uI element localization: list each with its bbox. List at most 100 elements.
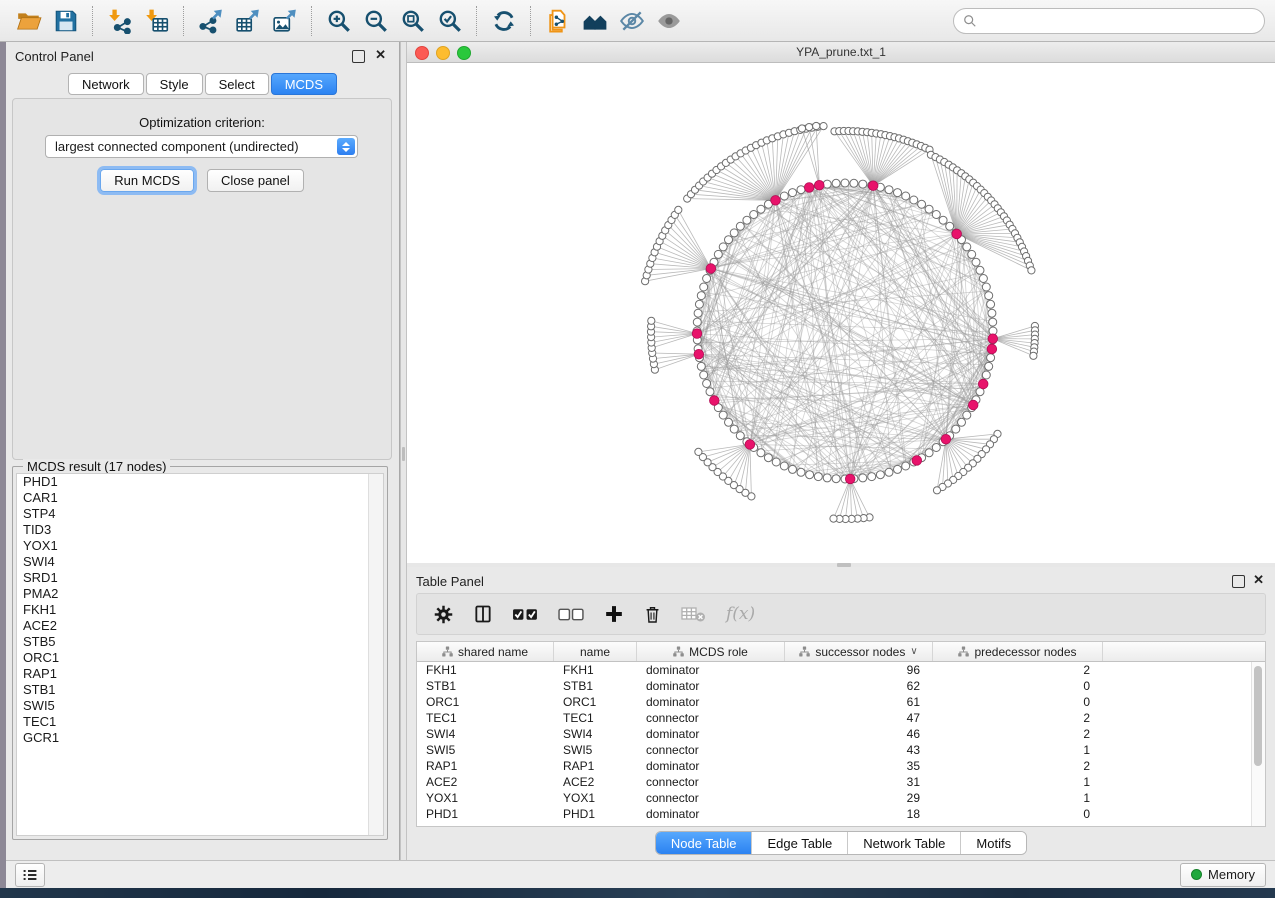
cell-MCDS-role: dominator xyxy=(637,759,785,773)
table-row[interactable]: ORC1ORC1dominator610 xyxy=(417,694,1265,710)
table-row[interactable]: SWI5SWI5connector431 xyxy=(417,742,1265,758)
tab-node-table[interactable]: Node Table xyxy=(656,832,752,854)
eye-icon xyxy=(656,8,682,34)
tab-style[interactable]: Style xyxy=(146,73,203,95)
network-graph[interactable] xyxy=(407,63,1275,563)
maximize-window-icon[interactable] xyxy=(457,46,471,60)
mcds-result-item[interactable]: GCR1 xyxy=(17,730,383,746)
vertical-splitter[interactable] xyxy=(400,42,407,860)
cell-predecessor-nodes: 2 xyxy=(933,663,1103,677)
first-neighbors-button[interactable] xyxy=(576,4,613,38)
close-window-icon[interactable] xyxy=(415,46,429,60)
mcds-result-item[interactable]: SWI5 xyxy=(17,698,383,714)
column-header-predecessor-nodes[interactable]: predecessor nodes xyxy=(933,642,1103,661)
cell-successor-nodes: 96 xyxy=(785,663,933,677)
mcds-result-item[interactable]: SWI4 xyxy=(17,554,383,570)
cell-MCDS-role: connector xyxy=(637,791,785,805)
mcds-result-item[interactable]: CAR1 xyxy=(17,490,383,506)
column-header-shared-name[interactable]: shared name xyxy=(417,642,554,661)
table-row[interactable]: RAP1RAP1dominator352 xyxy=(417,758,1265,774)
mcds-result-item[interactable]: STP4 xyxy=(17,506,383,522)
table-row[interactable]: STB1STB1dominator620 xyxy=(417,678,1265,694)
mcds-result-item[interactable]: STB1 xyxy=(17,682,383,698)
deselect-all-rows-button[interactable] xyxy=(558,606,585,623)
table-row[interactable]: YOX1YOX1connector291 xyxy=(417,790,1265,806)
float-window-icon[interactable] xyxy=(352,50,365,63)
export-table-button[interactable] xyxy=(229,4,266,38)
mcds-result-item[interactable]: TID3 xyxy=(17,522,383,538)
minimize-window-icon[interactable] xyxy=(436,46,450,60)
list-scrollbar[interactable] xyxy=(368,474,383,835)
show-panels-menu-button[interactable] xyxy=(15,863,45,887)
tab-motifs[interactable]: Motifs xyxy=(960,832,1026,854)
export-network-button[interactable] xyxy=(192,4,229,38)
cell-shared-name: ORC1 xyxy=(417,695,554,709)
table-settings-button[interactable] xyxy=(433,604,454,625)
zoom-selected-button[interactable] xyxy=(431,4,468,38)
create-column-button[interactable] xyxy=(604,604,624,624)
cell-successor-nodes: 18 xyxy=(785,807,933,821)
mcds-result-item[interactable]: ORC1 xyxy=(17,650,383,666)
table-scrollbar[interactable] xyxy=(1251,662,1265,826)
show-columns-button[interactable] xyxy=(473,604,493,624)
cell-shared-name: RAP1 xyxy=(417,759,554,773)
delete-column-button[interactable] xyxy=(643,604,662,625)
column-header-label: MCDS role xyxy=(689,645,748,659)
mcds-result-item[interactable]: TEC1 xyxy=(17,714,383,730)
apply-layout-button[interactable] xyxy=(485,4,522,38)
tab-mcds[interactable]: MCDS xyxy=(271,73,337,95)
float-window-icon[interactable] xyxy=(1232,575,1245,588)
column-header-label: successor nodes xyxy=(815,645,905,659)
close-panel-icon[interactable]: ✕ xyxy=(375,48,386,62)
tab-network-table[interactable]: Network Table xyxy=(847,832,960,854)
close-panel-button[interactable]: Close panel xyxy=(207,169,304,192)
column-header-successor-nodes[interactable]: successor nodes∨ xyxy=(785,642,933,661)
mcds-result-item[interactable]: SRD1 xyxy=(17,570,383,586)
export-image-button[interactable] xyxy=(266,4,303,38)
table-row[interactable]: ACE2ACE2connector311 xyxy=(417,774,1265,790)
cell-successor-nodes: 35 xyxy=(785,759,933,773)
mcds-result-item[interactable]: FKH1 xyxy=(17,602,383,618)
mcds-result-item[interactable]: PMA2 xyxy=(17,586,383,602)
network-canvas[interactable] xyxy=(407,63,1275,563)
tab-edge-table[interactable]: Edge Table xyxy=(751,832,847,854)
save-session-button[interactable] xyxy=(47,4,84,38)
zoom-out-button[interactable] xyxy=(357,4,394,38)
table-row[interactable]: SWI4SWI4dominator462 xyxy=(417,726,1265,742)
tab-select[interactable]: Select xyxy=(205,73,269,95)
show-all-button[interactable] xyxy=(650,4,687,38)
mcds-result-item[interactable]: RAP1 xyxy=(17,666,383,682)
close-panel-icon[interactable]: ✕ xyxy=(1253,573,1264,587)
scrollbar-thumb[interactable] xyxy=(1254,666,1262,766)
status-bar: Memory xyxy=(6,860,1275,888)
mcds-result-item[interactable]: ACE2 xyxy=(17,618,383,634)
mcds-result-item[interactable]: YOX1 xyxy=(17,538,383,554)
select-all-rows-button[interactable] xyxy=(512,606,539,623)
table-row[interactable]: FKH1FKH1dominator962 xyxy=(417,662,1265,678)
cell-predecessor-nodes: 0 xyxy=(933,679,1103,693)
zoom-in-button[interactable] xyxy=(320,4,357,38)
optimization-criterion-select[interactable]: largest connected component (undirected) xyxy=(45,135,358,158)
cell-MCDS-role: dominator xyxy=(637,663,785,677)
run-mcds-button[interactable]: Run MCDS xyxy=(100,169,194,192)
mcds-result-item[interactable]: PHD1 xyxy=(17,474,383,490)
tab-network[interactable]: Network xyxy=(68,73,144,95)
memory-button[interactable]: Memory xyxy=(1180,863,1266,887)
mcds-result-list[interactable]: PHD1CAR1STP4TID3YOX1SWI4SRD1PMA2FKH1ACE2… xyxy=(16,473,384,836)
open-file-button[interactable] xyxy=(10,4,47,38)
hide-selected-button[interactable] xyxy=(613,4,650,38)
search-box[interactable] xyxy=(953,8,1265,34)
network-window-titlebar[interactable]: YPA_prune.txt_1 xyxy=(407,42,1275,63)
import-network-button[interactable] xyxy=(101,4,138,38)
zoom-fit-button[interactable] xyxy=(394,4,431,38)
table-row[interactable]: PHD1PHD1dominator180 xyxy=(417,806,1265,822)
table-row[interactable]: TEC1TEC1connector472 xyxy=(417,710,1265,726)
column-header-name[interactable]: name xyxy=(554,642,637,661)
mcds-result-item[interactable]: STB5 xyxy=(17,634,383,650)
search-input[interactable] xyxy=(983,12,1255,29)
cell-name: ACE2 xyxy=(554,775,637,789)
splitter-grip[interactable] xyxy=(402,447,405,461)
clone-network-button[interactable] xyxy=(539,4,576,38)
column-header-MCDS-role[interactable]: MCDS role xyxy=(637,642,785,661)
import-table-button[interactable] xyxy=(138,4,175,38)
